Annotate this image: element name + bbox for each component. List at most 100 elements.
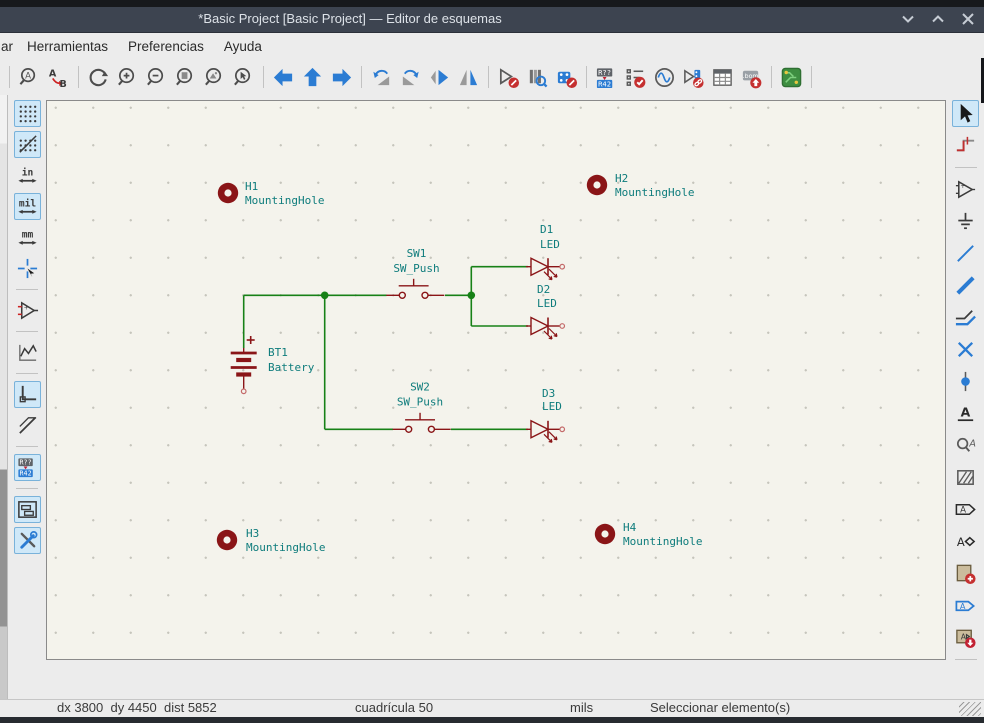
hv-wire-mode-button[interactable] [14, 381, 41, 408]
component-h1[interactable]: H1 MountingHole [218, 180, 325, 207]
rule-area-button[interactable] [952, 464, 979, 491]
symbol-fields-table-button[interactable] [709, 64, 736, 91]
component-h3[interactable]: H3 MountingHole [217, 527, 326, 554]
wire-to-bus-entry-button[interactable] [952, 304, 979, 331]
search-icon: A [18, 66, 41, 89]
rotate-cw-button[interactable] [397, 64, 424, 91]
place-symbol-button[interactable]: + [952, 176, 979, 203]
show-hidden-pins-button[interactable]: + [14, 297, 41, 324]
show-op-voltages-button[interactable] [14, 339, 41, 366]
any-angle-wire-mode-button[interactable] [14, 412, 41, 439]
mirror-horizontal-button[interactable] [455, 64, 482, 91]
mirror-vertical-button[interactable] [426, 64, 453, 91]
erc-button[interactable] [622, 64, 649, 91]
sw2-value: SW_Push [397, 396, 443, 409]
simulator-icon [653, 66, 676, 89]
select-tool-button[interactable] [952, 100, 979, 127]
component-h2[interactable]: H2 MountingHole [587, 172, 695, 199]
draw-wire-button[interactable] [952, 240, 979, 267]
svg-text:B: B [59, 79, 66, 89]
chevron-down-icon [898, 9, 918, 29]
net-class-directive-button[interactable]: A [952, 432, 979, 459]
zoom-in-icon [116, 66, 139, 89]
crosshair-cursor-icon [16, 257, 39, 280]
hierarchy-navigator-button[interactable] [14, 496, 41, 523]
sheet-pin-button[interactable]: A [952, 592, 979, 619]
menubar: ar Herramientas Preferencias Ayuda [0, 33, 984, 59]
schematic-canvas[interactable]: BT1 Battery SW1 SW_Push SW2 SW_Push [46, 100, 946, 660]
simulator-button[interactable] [651, 64, 678, 91]
rotate-ccw-button[interactable] [368, 64, 395, 91]
zoom-fit-page-button[interactable] [172, 64, 199, 91]
units-inches-button[interactable]: in [14, 162, 41, 189]
toolbar-separator [811, 66, 812, 88]
hierarchical-sheet-button[interactable] [952, 560, 979, 587]
annotate-button[interactable]: R??R42 [593, 64, 620, 91]
no-connect-flag-button[interactable] [952, 336, 979, 363]
menu-preferencias[interactable]: Preferencias [118, 33, 214, 59]
svg-text:A: A [957, 535, 965, 549]
draw-bus-button[interactable] [952, 272, 979, 299]
maximize-button[interactable] [928, 9, 948, 29]
footprint-editor-button[interactable] [553, 64, 580, 91]
nav-back-button[interactable] [270, 64, 297, 91]
full-crosshair-cursor-button[interactable] [14, 255, 41, 282]
annotate-automatically-button[interactable]: R??R42 [14, 454, 41, 481]
resize-grip[interactable] [959, 702, 981, 716]
component-d2[interactable]: D2 LED [526, 283, 565, 339]
symbol-editor-button[interactable] [495, 64, 522, 91]
place-junction-button[interactable] [952, 368, 979, 395]
mirror-vertical-icon [428, 66, 451, 89]
symbol-library-browser-button[interactable] [524, 64, 551, 91]
global-label-button[interactable]: A [952, 496, 979, 523]
component-d3[interactable]: D3 LED [526, 387, 565, 442]
nav-up-hierarchy-button[interactable] [299, 64, 326, 91]
menu-ayuda[interactable]: Ayuda [214, 33, 272, 59]
close-button[interactable] [958, 9, 978, 29]
place-power-port-button[interactable] [952, 208, 979, 235]
svg-text:A: A [960, 601, 966, 611]
h4-ref: H4 [623, 521, 637, 534]
component-h4[interactable]: H4 MountingHole [595, 521, 703, 548]
toolbar-separator [16, 488, 38, 489]
menu-herramientas[interactable]: Herramientas [17, 33, 118, 59]
background-window-strip [0, 95, 8, 699]
menu-colocar-partial[interactable]: ar [0, 33, 17, 59]
window-title: *Basic Project [Basic Project] — Editor … [150, 11, 550, 26]
chevron-up-icon [928, 9, 948, 29]
component-d1[interactable]: D1 LED [526, 223, 565, 280]
zoom-selection-button[interactable] [230, 64, 257, 91]
net-label-button[interactable]: A [952, 400, 979, 427]
find-button[interactable]: A [16, 64, 43, 91]
zoom-fit-objects-button[interactable] [201, 64, 228, 91]
zoom-out-button[interactable] [143, 64, 170, 91]
find-replace-button[interactable]: AB [45, 64, 72, 91]
properties-panel-button[interactable] [14, 527, 41, 554]
waveform-icon [16, 341, 39, 364]
zoom-in-button[interactable] [114, 64, 141, 91]
import-sheet-pin-button[interactable]: A [952, 624, 979, 651]
units-mils-button[interactable]: mil [14, 193, 41, 220]
refresh-button[interactable] [85, 64, 112, 91]
status-units: mils [570, 700, 593, 715]
d1-ref: D1 [540, 223, 553, 236]
minimize-button[interactable] [898, 9, 918, 29]
nav-forward-button[interactable] [328, 64, 355, 91]
hierarchy-icon [16, 498, 39, 521]
open-pcb-editor-button[interactable] [778, 64, 805, 91]
titlebar[interactable]: *Basic Project [Basic Project] — Editor … [0, 7, 984, 33]
net-label-icon: A [954, 402, 977, 425]
directive-label-icon: A [954, 434, 977, 457]
highlight-net-button[interactable] [952, 132, 979, 159]
units-mm-button[interactable]: mm [14, 224, 41, 251]
component-sw2[interactable]: SW2 SW_Push [393, 381, 451, 433]
h1-value: MountingHole [245, 194, 324, 207]
grid-overrides-button[interactable] [14, 131, 41, 158]
bus-entry-icon [954, 306, 977, 329]
export-bom-button[interactable]: .bom [738, 64, 765, 91]
show-grid-button[interactable] [14, 100, 41, 127]
d1-value: LED [540, 238, 560, 251]
assign-footprints-button[interactable] [680, 64, 707, 91]
hierarchical-label-button[interactable]: A [952, 528, 979, 555]
component-sw1[interactable]: SW1 SW_Push [386, 247, 444, 298]
